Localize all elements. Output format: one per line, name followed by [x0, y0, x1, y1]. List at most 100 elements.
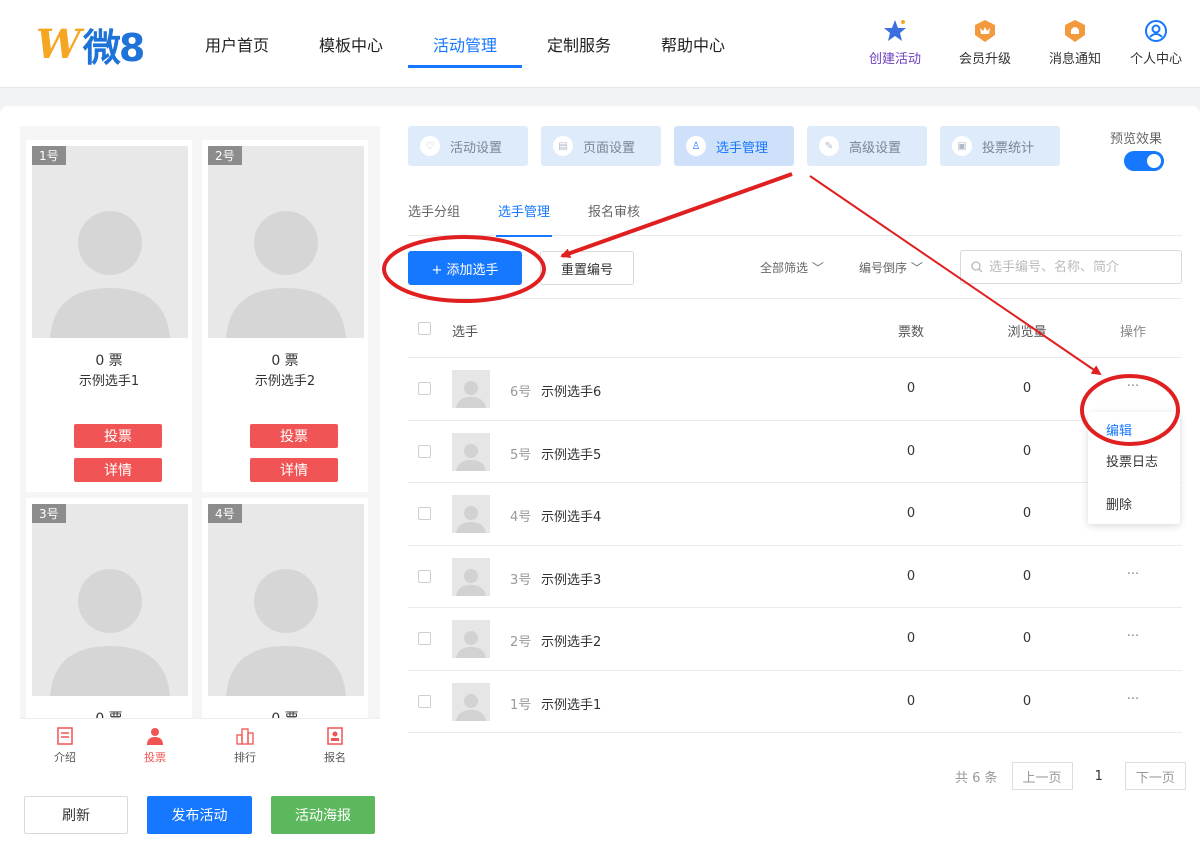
total-count: 共 6 条 — [955, 770, 998, 786]
table-row: 6号 示例选手6 0 0 ··· — [408, 358, 1182, 421]
create-activity-button[interactable]: 创建活动 — [850, 18, 940, 67]
tab-player-management[interactable]: ♙ 选手管理 — [674, 126, 794, 166]
player-thumbnail — [452, 557, 490, 596]
player-views: 0 — [1022, 506, 1032, 521]
player-number: 3号 — [32, 504, 66, 523]
player-votes: 0 — [906, 568, 916, 584]
player-thumbnail — [452, 495, 490, 533]
tab-vote-statistics-label: 投票统计 — [982, 140, 1035, 156]
more-actions-button[interactable]: ··· — [1088, 379, 1178, 394]
player-photo — [208, 146, 364, 338]
member-upgrade-button[interactable]: 会员升级 — [940, 18, 1030, 67]
tab-vote[interactable]: 投票 — [110, 719, 200, 772]
player-views: 0 — [1022, 568, 1032, 584]
table-row: 2号 示例选手2 0 0 ··· — [408, 608, 1182, 671]
create-activity-label: 创建活动 — [868, 52, 921, 67]
tab-ranking[interactable]: 排行 — [200, 719, 290, 772]
user-circle-icon — [1143, 18, 1169, 44]
tab-page-settings[interactable]: ▤ 页面设置 — [541, 126, 661, 166]
publish-activity-button[interactable]: 发布活动 — [147, 796, 252, 834]
player-number: 5号 — [510, 447, 532, 463]
avatar-placeholder-icon — [456, 381, 486, 408]
row-checkbox[interactable] — [418, 507, 431, 520]
prev-page-button[interactable]: 上一页 — [1011, 762, 1073, 790]
search-icon — [971, 261, 983, 273]
player-votes: 0 票 — [202, 708, 368, 718]
tab-advanced-settings[interactable]: ✎ 高级设置 — [807, 126, 927, 166]
row-checkbox[interactable] — [418, 632, 431, 645]
player-views: 0 — [1022, 631, 1032, 646]
nav-custom-service[interactable]: 定制服务 — [522, 0, 636, 88]
row-checkbox[interactable] — [418, 382, 431, 395]
vote-button[interactable]: 投票 — [250, 424, 338, 448]
member-upgrade-label: 会员升级 — [958, 52, 1011, 67]
detail-button[interactable]: 详情 — [250, 458, 338, 482]
more-actions-button[interactable]: ··· — [1088, 567, 1178, 582]
player-name[interactable]: 示例选手5 — [541, 444, 601, 463]
player-votes: 0 — [906, 381, 916, 396]
player-card: 4号 0 票 — [202, 498, 368, 718]
add-player-button[interactable]: + 添加选手 — [408, 251, 522, 285]
tab-signup-review[interactable]: 报名审核 — [588, 184, 640, 236]
player-photo — [208, 504, 364, 696]
nav-user-home[interactable]: 用户首页 — [180, 0, 294, 88]
player-number: 2号 — [208, 146, 242, 165]
tab-signup[interactable]: 报名 — [290, 719, 380, 772]
tab-activity-settings-label: 活动设置 — [450, 140, 503, 156]
player-votes: 0 票 — [95, 353, 123, 369]
search-input[interactable] — [989, 259, 1169, 275]
page-icon: ▤ — [553, 136, 573, 156]
personal-center-label: 个人中心 — [1129, 52, 1182, 67]
player-name[interactable]: 示例选手3 — [541, 569, 601, 588]
notifications-button[interactable]: 消息通知 — [1030, 18, 1120, 67]
sort-order-dropdown[interactable]: 编号倒序 ﹀ — [859, 259, 923, 276]
select-all-checkbox[interactable] — [418, 322, 431, 335]
filter-all-dropdown[interactable]: 全部筛选 ﹀ — [760, 259, 824, 276]
player-name[interactable]: 示例选手2 — [541, 631, 601, 650]
tab-player-list[interactable]: 选手管理 — [496, 184, 553, 237]
vote-log-menu-item[interactable]: 投票日志 — [1106, 451, 1158, 470]
player-name[interactable]: 示例选手6 — [541, 381, 601, 400]
nav-help-center[interactable]: 帮助中心 — [636, 0, 750, 88]
more-actions-button[interactable]: ··· — [1088, 692, 1178, 707]
preview-toggle: 预览效果 — [1108, 128, 1164, 171]
tab-player-management-label: 选手管理 — [716, 140, 769, 156]
avatar-placeholder-icon — [456, 631, 486, 658]
current-page[interactable]: 1 — [1095, 769, 1103, 784]
person-icon — [145, 726, 165, 746]
tab-advanced-settings-label: 高级设置 — [849, 140, 902, 156]
player-photo — [32, 504, 188, 696]
row-checkbox[interactable] — [418, 694, 431, 708]
tab-player-groups[interactable]: 选手分组 — [408, 184, 460, 236]
tab-vote-statistics[interactable]: ▣ 投票统计 — [940, 126, 1060, 166]
tab-intro[interactable]: 介绍 — [20, 719, 110, 772]
delete-menu-item[interactable]: 删除 — [1106, 494, 1132, 513]
brand-logo[interactable]: W 微8 — [36, 21, 145, 70]
tab-page-settings-label: 页面设置 — [583, 140, 636, 156]
detail-button[interactable]: 详情 — [74, 458, 162, 482]
more-actions-button[interactable]: ··· — [1088, 629, 1178, 644]
shield-icon: ♡ — [420, 136, 440, 156]
tab-activity-settings[interactable]: ♡ 活动设置 — [408, 126, 528, 166]
next-page-button[interactable]: 下一页 — [1124, 762, 1186, 790]
personal-center-button[interactable]: 个人中心 — [1120, 18, 1192, 67]
player-name[interactable]: 示例选手4 — [541, 506, 601, 525]
row-checkbox[interactable] — [418, 444, 431, 458]
top-header: W 微8 用户首页 模板中心 活动管理 定制服务 帮助中心 创建活动 会员升级 … — [0, 0, 1200, 88]
activity-poster-button[interactable]: 活动海报 — [271, 796, 375, 834]
table-row: 4号示例选手400··· — [408, 483, 1182, 546]
vote-button[interactable]: 投票 — [74, 424, 162, 448]
player-thumbnail — [452, 682, 490, 721]
edit-menu-item[interactable]: 编辑 — [1106, 420, 1132, 439]
tab-ranking-label: 排行 — [234, 751, 256, 764]
refresh-button[interactable]: 刷新 — [24, 796, 128, 834]
table-row: 5号示例选手500··· — [408, 421, 1182, 483]
reset-numbering-button[interactable]: 重置编号 — [540, 251, 634, 285]
player-views: 0 — [1022, 693, 1032, 709]
player-name[interactable]: 示例选手1 — [541, 694, 601, 713]
row-checkbox[interactable] — [418, 569, 431, 583]
nav-activity-management[interactable]: 活动管理 — [408, 0, 522, 88]
player-thumbnail — [452, 432, 490, 471]
preview-toggle-switch[interactable] — [1124, 151, 1164, 171]
nav-template-center[interactable]: 模板中心 — [294, 0, 408, 88]
